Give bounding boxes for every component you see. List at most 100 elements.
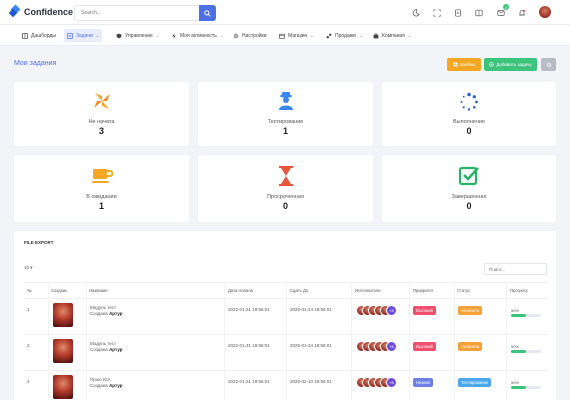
column-header[interactable]: Исполнители: [355, 288, 381, 293]
nav-settings[interactable]: Настройки: [230, 29, 270, 42]
chevron-down-icon: ⌄: [219, 33, 224, 38]
created-prefix: Создана: [90, 383, 108, 388]
task-thumbnail[interactable]: [53, 375, 73, 399]
column-header[interactable]: Прогресс: [510, 288, 528, 293]
messages-count-badge: 2: [503, 4, 509, 10]
divider: [286, 282, 287, 400]
task-name[interactable]: Модуль тест: [90, 305, 116, 310]
nav-sales[interactable]: Продажи ⌄: [323, 29, 365, 42]
nav-management-label: Управление: [125, 32, 153, 39]
progress-text: 50%: [511, 344, 520, 349]
lightning-icon: [172, 32, 176, 39]
stat-label: Выполнение: [452, 119, 485, 125]
nav-management[interactable]: Управление ⌄: [113, 29, 162, 42]
column-header[interactable]: №: [27, 288, 32, 293]
progress-bar: [511, 314, 541, 317]
settings-button[interactable]: [541, 58, 556, 71]
more-assignees[interactable]: +8: [386, 341, 397, 352]
page-length-select[interactable]: 10 ▾: [24, 265, 33, 271]
table-title: FILE EXPORT: [24, 240, 54, 245]
created-prefix: Создана: [90, 347, 108, 352]
nav-company[interactable]: Компания ⌄: [370, 29, 414, 42]
start-date: 2022-01-31 19:56:01: [228, 343, 270, 348]
status-badge: Незанята: [458, 306, 483, 315]
stat-label: Завершенная: [451, 194, 487, 200]
divider: [351, 282, 352, 400]
shield-icon: [116, 33, 122, 38]
column-header[interactable]: Статус: [457, 288, 470, 293]
row-number: 1: [27, 307, 30, 312]
divider: [48, 282, 49, 400]
tasks-icon: [67, 32, 73, 39]
user-avatar[interactable]: [539, 6, 551, 18]
stat-card-overdue[interactable]: Просроченная 0: [198, 155, 373, 222]
progress-bar: [511, 386, 541, 389]
column-header[interactable]: Создань: [51, 288, 67, 293]
column-header[interactable]: Название: [89, 288, 108, 293]
priority-badge: Высокий: [413, 306, 436, 315]
divider: [506, 282, 507, 400]
more-assignees[interactable]: +8: [386, 377, 397, 388]
fullscreen-icon: [432, 8, 441, 17]
column-header[interactable]: Сдать До: [290, 288, 308, 293]
column-header[interactable]: Дата Начала: [228, 288, 253, 293]
notes-button[interactable]: [452, 7, 463, 18]
task-thumbnail[interactable]: [53, 303, 73, 327]
nav-sales-label: Продажи: [335, 32, 356, 39]
stat-card-testing[interactable]: Тестирование 1: [198, 82, 373, 146]
table-search-input[interactable]: [484, 263, 547, 275]
apps-button[interactable]: [473, 7, 484, 18]
nav-settings-label: Настройки: [242, 32, 267, 39]
nav-tasks[interactable]: Задачи ⌄: [64, 29, 103, 42]
top-bar: Confidence 2: [0, 0, 570, 25]
nav-my-activity-label: Моя активность: [180, 32, 217, 39]
chevron-down-icon: ⌄: [95, 33, 100, 38]
logo-mark-icon: [8, 4, 21, 18]
due-date: 2025-02-10 19:56:01: [290, 379, 332, 384]
task-name[interactable]: Прою IGA: [90, 377, 111, 382]
nav-my-activity[interactable]: Моя активность ⌄: [168, 29, 226, 42]
author-name: Артур: [109, 347, 123, 352]
dark-mode-toggle[interactable]: [410, 7, 421, 18]
coffee-cup-icon: [91, 169, 113, 183]
search-button[interactable]: [199, 5, 216, 21]
task-name[interactable]: Модуль тест: [90, 341, 116, 346]
moon-icon: [412, 8, 420, 16]
pinwheel-icon: [93, 93, 110, 109]
calendar-icon: [279, 33, 285, 39]
messages-button[interactable]: 2: [495, 4, 509, 18]
progress-text: 50%: [511, 380, 520, 385]
stat-card-not-started[interactable]: Не начата 3: [14, 82, 189, 146]
nav-dashboards[interactable]: Дашборды: [19, 29, 59, 42]
page-length-value: 10: [24, 265, 30, 270]
stat-label: Тестирование: [267, 119, 304, 125]
author-name: Артур: [109, 311, 123, 316]
brand-logo[interactable]: Confidence: [8, 4, 74, 18]
progress-fill: [511, 314, 526, 317]
bell-icon: [518, 9, 525, 15]
stat-card-waiting[interactable]: В ожидании 1: [14, 155, 189, 222]
progress-bar: [511, 350, 541, 353]
due-date: 2025-01-24 19:56:01: [290, 343, 332, 348]
briefcase-icon: [373, 33, 379, 38]
nav-shop[interactable]: Магазин ⌄: [276, 29, 317, 42]
fullscreen-button[interactable]: [431, 7, 442, 18]
nav-tasks-label: Задачи: [76, 32, 93, 39]
stat-card-completed[interactable]: Завершенная 0: [382, 155, 556, 222]
divider: [454, 282, 455, 400]
column-header[interactable]: Приоритет: [413, 288, 434, 293]
add-task-button[interactable]: Добавить задачу: [484, 58, 537, 71]
task-thumbnail[interactable]: [53, 339, 73, 363]
document-icon: [454, 8, 461, 17]
kanban-button[interactable]: Канбан: [447, 58, 481, 71]
hourglass-icon: [278, 166, 293, 186]
notifications-button[interactable]: [516, 7, 527, 18]
search-input[interactable]: [74, 5, 200, 21]
chevron-down-icon: ⌄: [358, 33, 363, 38]
progress-fill: [511, 386, 526, 389]
more-assignees[interactable]: +8: [386, 305, 397, 316]
task-created-by: Создана Артур: [90, 383, 123, 388]
stat-card-in-progress[interactable]: Выполнение 0: [382, 82, 556, 146]
brand-name: Confidence: [24, 6, 74, 17]
gear-icon: [233, 33, 239, 38]
